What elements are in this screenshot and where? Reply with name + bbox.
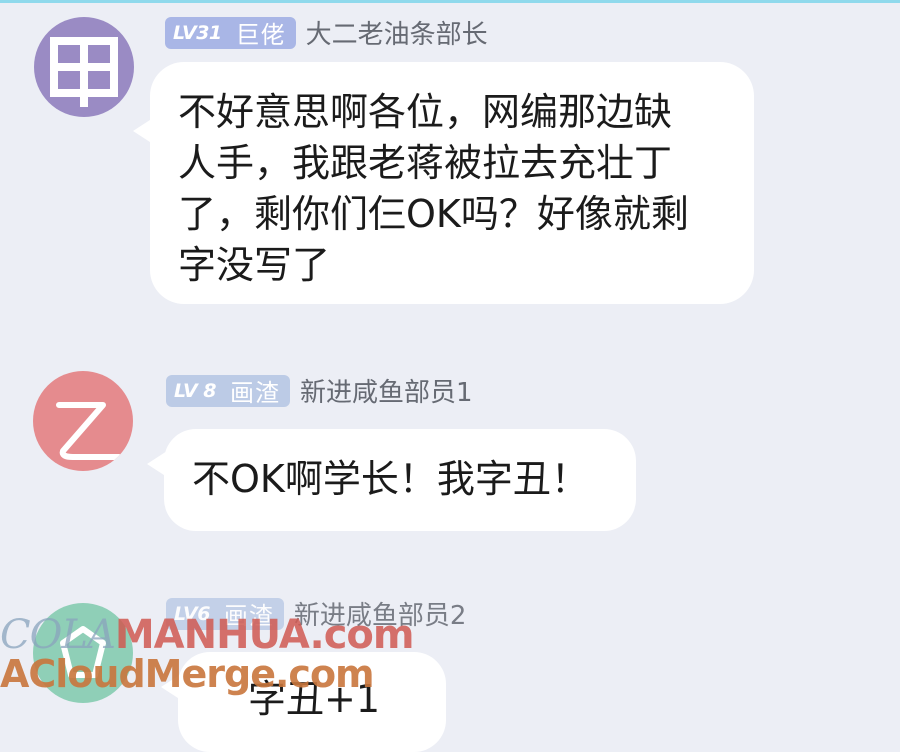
message-line: 不好意思啊各位，网编那边缺 (178, 90, 673, 134)
grid-icon (50, 37, 118, 107)
message-header: LV 8 画渣 新进咸鱼部员1 (166, 372, 473, 409)
bubble-tail (147, 451, 167, 477)
message-bubble[interactable]: 不OK啊学长！我字丑！ (147, 429, 636, 531)
message-line: 字没写了 (178, 243, 331, 287)
role-label: 新进咸鱼部员1 (300, 378, 473, 408)
title-label: 巨佬 (235, 21, 286, 49)
yi-letter-icon (56, 402, 122, 460)
top-accent-line (0, 0, 900, 3)
level-badge: LV 8 画渣 (166, 374, 291, 407)
message-bubble[interactable]: 不好意思啊各位，网编那边缺 人手，我跟老蒋被拉去充壮丁 了，剩你们仨OK吗？好像… (133, 62, 754, 304)
level-label: LV 8 (174, 379, 217, 402)
message-header: LV31 巨佬 大二老油条部长 (165, 14, 488, 51)
level-badge: LV31 巨佬 (165, 16, 296, 49)
level-label: LV31 (173, 21, 222, 44)
message-line: 人手，我跟老蒋被拉去充壮丁 (178, 141, 673, 185)
watermark-acloudmerge: ACloudMerge.com (0, 652, 375, 696)
role-label: 大二老油条部长 (305, 20, 488, 50)
message-line: 了，剩你们仨OK吗？好像就剩 (178, 192, 689, 236)
avatar[interactable] (33, 371, 133, 471)
bubble-tail (133, 118, 153, 144)
avatar[interactable] (34, 17, 134, 117)
message-line: 不OK啊学长！我字丑！ (192, 457, 589, 501)
title-label: 画渣 (230, 379, 281, 407)
